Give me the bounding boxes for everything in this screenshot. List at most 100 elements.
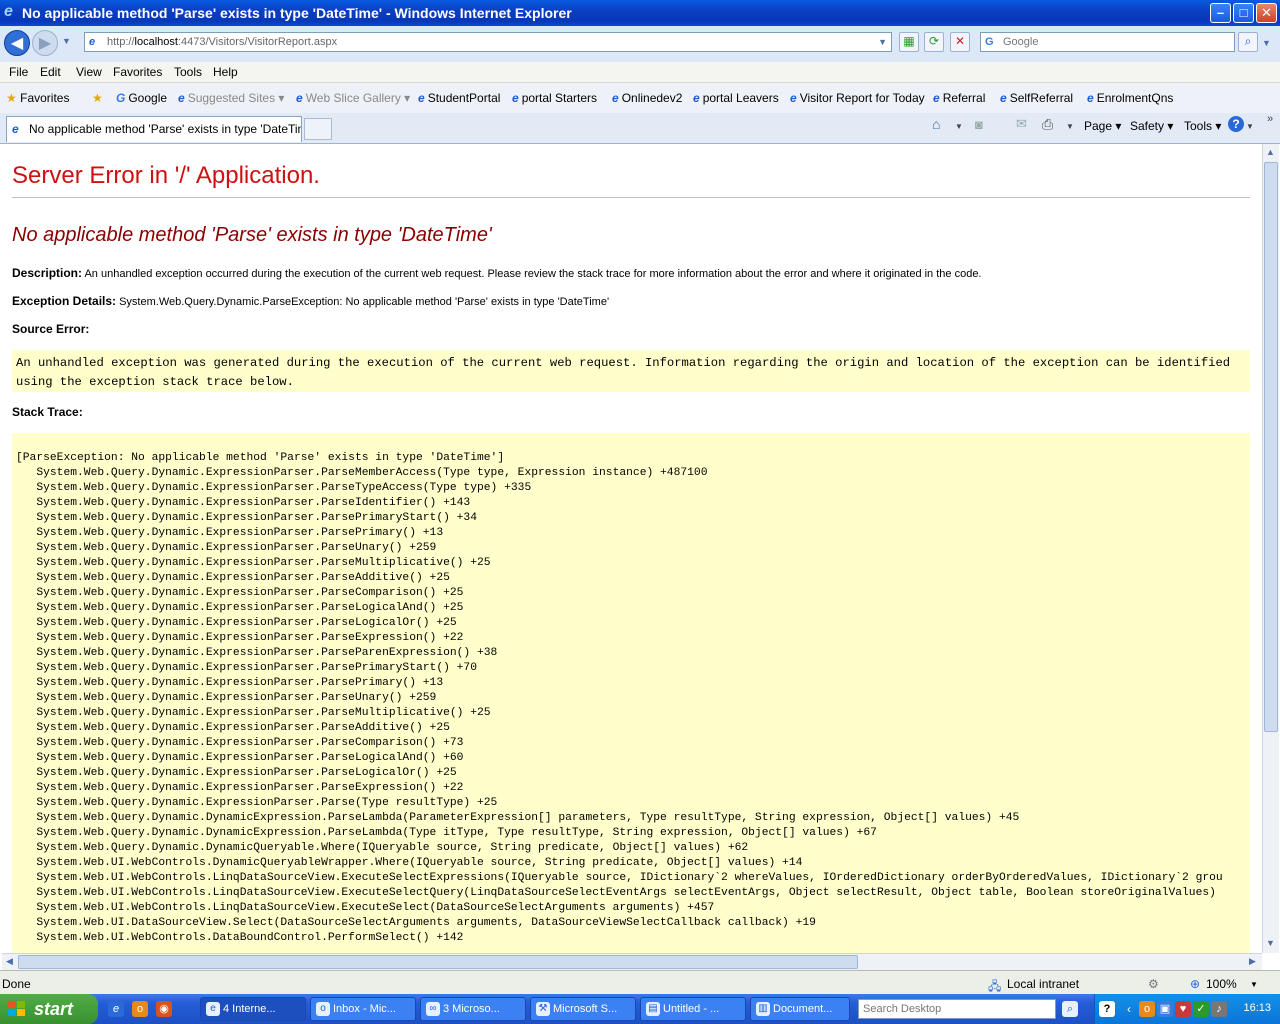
maximize-button[interactable]: □ — [1233, 3, 1254, 23]
home-icon[interactable]: ⌂ — [932, 116, 940, 132]
taskbar: start e o ◉ e4 Interne... o Inbox - Mic..… — [0, 994, 1280, 1024]
task-label: Document... — [773, 1003, 833, 1015]
quicklaunch-ie-icon[interactable]: e — [108, 1001, 124, 1017]
tray-messenger-icon[interactable]: ♥ — [1175, 1001, 1191, 1017]
safety-menu-button[interactable]: Safety ▾ — [1130, 119, 1173, 133]
zoom-dropdown-icon[interactable]: ▼ — [1250, 980, 1258, 989]
ie-icon: e — [1087, 91, 1094, 105]
recent-pages-dropdown-icon[interactable]: ▼ — [62, 36, 71, 46]
start-button[interactable]: start — [0, 994, 98, 1024]
print-icon[interactable]: ⎙ — [1042, 116, 1053, 133]
clock[interactable]: 16:13 — [1243, 1002, 1271, 1014]
fav-label: Suggested Sites ▾ — [187, 91, 285, 105]
address-input[interactable]: e http://localhost:4473/Visitors/Visitor… — [84, 32, 892, 52]
print-dropdown-icon[interactable]: ▼ — [1066, 122, 1074, 131]
minimize-button[interactable]: – — [1210, 3, 1231, 23]
tray-outlook-icon[interactable]: o — [1139, 1001, 1155, 1017]
vertical-scroll-thumb[interactable] — [1264, 162, 1278, 732]
compatibility-view-icon[interactable]: ▦ — [899, 32, 919, 52]
notepad-icon: ▤ — [646, 1002, 660, 1016]
help-tray-icon[interactable]: ? — [1099, 1001, 1115, 1017]
ie-icon: e — [1000, 91, 1007, 105]
quicklaunch-firefox-icon[interactable]: ◉ — [156, 1001, 172, 1017]
fav-studentportal[interactable]: e StudentPortal — [418, 91, 500, 105]
fav-enrolmentqns[interactable]: e EnrolmentQns — [1087, 91, 1173, 105]
fav-google[interactable]: G Google — [116, 91, 167, 105]
fav-portal-leavers[interactable]: e portal Leavers — [693, 91, 779, 105]
fav-selfreferral[interactable]: e SelfReferral — [1000, 91, 1073, 105]
favorites-label: Favorites — [20, 91, 70, 105]
scroll-right-icon[interactable]: ▶ — [1245, 954, 1260, 969]
fav-visitor-report[interactable]: e Visitor Report for Today — [790, 91, 925, 105]
fav-referral[interactable]: e Referral — [933, 91, 985, 105]
tray-arrow-icon[interactable]: ‹ — [1121, 1001, 1137, 1017]
task-internet-explorer[interactable]: e4 Interne... — [200, 997, 306, 1021]
refresh-icon[interactable]: ⟳ — [924, 32, 944, 52]
google-icon: G — [985, 36, 994, 48]
search-button[interactable]: ⌕ — [1238, 32, 1258, 52]
zoom-level[interactable]: 100% — [1206, 977, 1237, 991]
menu-favorites[interactable]: Favorites — [113, 65, 162, 79]
read-mail-icon[interactable]: ✉ — [1016, 116, 1027, 132]
tray-volume-icon[interactable]: ♪ — [1211, 1001, 1227, 1017]
tray-security-icon[interactable]: ✓ — [1193, 1001, 1209, 1017]
desktop-search-input[interactable]: Search Desktop — [858, 999, 1056, 1019]
address-dropdown-icon[interactable]: ▼ — [878, 33, 887, 51]
fav-web-slice-gallery[interactable]: e Web Slice Gallery ▾ — [296, 91, 410, 105]
page-menu-button[interactable]: Page ▾ — [1084, 119, 1121, 133]
horizontal-scrollbar[interactable]: ◀ ▶ — [2, 953, 1262, 970]
task-microsoft-s[interactable]: ⚒ Microsoft S... — [530, 997, 636, 1021]
menu-tools[interactable]: Tools — [174, 65, 202, 79]
menu-file[interactable]: File — [9, 65, 28, 79]
tab-current[interactable]: e No applicable method 'Parse' exists in… — [6, 116, 302, 142]
error-message: No applicable method 'Parse' exists in t… — [12, 224, 492, 246]
protected-mode-icon[interactable]: ⚙ — [1148, 977, 1159, 991]
scroll-left-icon[interactable]: ◀ — [2, 954, 17, 969]
horizontal-scroll-thumb[interactable] — [18, 955, 858, 969]
scroll-down-icon[interactable]: ▼ — [1263, 936, 1278, 951]
fav-onlinedev2[interactable]: e Onlinedev2 — [612, 91, 682, 105]
help-dropdown-icon[interactable]: ▼ — [1246, 122, 1254, 131]
status-bar: Done 🖧 Local intranet ⚙ ⊕ 100% ▼ — [0, 970, 1280, 995]
back-button[interactable]: ◀ — [4, 30, 30, 56]
outlook-icon: o — [316, 1002, 330, 1016]
tray-network-icon[interactable]: ▣ — [1157, 1001, 1173, 1017]
vertical-scrollbar[interactable]: ▲ ▼ — [1262, 144, 1279, 953]
star-icon: ★ — [6, 91, 17, 105]
favorites-button[interactable]: ★ Favorites — [6, 91, 69, 105]
page-title: Server Error in '/' Application. — [12, 162, 320, 189]
add-favorite-icon[interactable]: ★ — [92, 91, 103, 105]
task-microsoft-group[interactable]: ∞ 3 Microso... — [420, 997, 526, 1021]
search-options-icon[interactable]: ▼ — [1262, 38, 1271, 48]
fav-label: Visitor Report for Today — [799, 91, 925, 105]
task-document[interactable]: ▥ Document... — [750, 997, 850, 1021]
menu-help[interactable]: Help — [213, 65, 238, 79]
feeds-icon[interactable]: ◙ — [975, 117, 983, 132]
home-dropdown-icon[interactable]: ▼ — [955, 122, 963, 131]
task-untitled[interactable]: ▤ Untitled - ... — [640, 997, 746, 1021]
fav-label: Onlinedev2 — [621, 91, 683, 105]
window-title: No applicable method 'Parse' exists in t… — [22, 5, 572, 21]
document-icon: ▥ — [756, 1002, 770, 1016]
quicklaunch-outlook-icon[interactable]: o — [132, 1001, 148, 1017]
menu-edit[interactable]: Edit — [40, 65, 61, 79]
new-tab-button[interactable] — [304, 118, 332, 140]
close-button[interactable]: ✕ — [1256, 3, 1277, 23]
ie-icon: e — [512, 91, 519, 105]
fav-suggested-sites[interactable]: e Suggested Sites ▾ — [178, 91, 284, 105]
desktop-search-icon[interactable]: ⌕ — [1062, 1001, 1078, 1017]
help-icon[interactable]: ? — [1228, 116, 1244, 132]
scroll-up-icon[interactable]: ▲ — [1263, 145, 1278, 160]
stop-icon[interactable]: ✕ — [950, 32, 970, 52]
search-input[interactable]: G Google — [980, 32, 1235, 52]
fav-portal-starters[interactable]: e portal Starters — [512, 91, 597, 105]
desktop-search-placeholder: Search Desktop — [863, 1003, 942, 1015]
task-inbox[interactable]: o Inbox - Mic... — [310, 997, 416, 1021]
forward-button[interactable]: ▶ — [32, 30, 58, 56]
tools-menu-button[interactable]: Tools ▾ — [1184, 119, 1221, 133]
address-toolbar: ◀ ▶ ▼ e http://localhost:4473/Visitors/V… — [0, 26, 1280, 62]
ie-icon: e — [418, 91, 425, 105]
page-icon: e — [89, 36, 96, 48]
menu-view[interactable]: View — [76, 65, 102, 79]
more-tools-icon[interactable]: » — [1267, 113, 1273, 125]
